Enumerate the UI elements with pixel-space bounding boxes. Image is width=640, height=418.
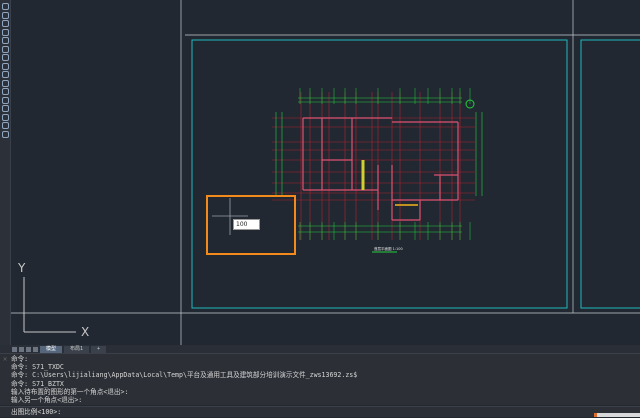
paper-boundary <box>11 0 640 345</box>
command-history-line: 输入待布置的图形的第一个角点<退出>: <box>11 387 129 396</box>
command-history-line: 命令: <box>11 355 29 363</box>
drawing-frame-2 <box>580 39 640 309</box>
spline-icon[interactable] <box>2 62 9 70</box>
draw-toolbar <box>0 0 11 345</box>
tab-model[interactable]: 模型 <box>40 345 63 353</box>
make-block-icon[interactable] <box>2 88 9 95</box>
status-indicator <box>594 413 640 417</box>
dynamic-input-field[interactable]: 100 <box>233 219 260 230</box>
last-tab-button[interactable] <box>33 346 38 352</box>
donut-icon[interactable] <box>2 71 9 78</box>
circle-icon[interactable] <box>2 20 9 27</box>
command-history: ✕ 命令: 命令: S71_TXDC 命令: C:\Users\lijialiang… <box>0 353 640 405</box>
command-history-line: 命令: C:\Users\lijialiang\AppData\Local\Te… <box>11 371 358 380</box>
ucs-x-label: X <box>81 325 89 339</box>
ucs-icon <box>23 277 76 333</box>
table-icon[interactable] <box>2 130 9 138</box>
line-icon[interactable] <box>2 3 9 10</box>
rectangle-icon[interactable] <box>2 28 9 36</box>
drawing-title: 首层平面图 1:100 <box>374 246 403 251</box>
close-icon[interactable]: ✕ <box>3 355 7 363</box>
prev-tab-button[interactable] <box>19 346 24 352</box>
polyline-icon[interactable] <box>2 11 9 19</box>
add-layout-button[interactable]: + <box>91 345 107 353</box>
command-history-line: 命令: S71_BZTX <box>11 379 64 388</box>
drawing-viewport[interactable]: Y X 首层平面图 1:100 <box>11 0 640 345</box>
gradient-icon[interactable] <box>2 113 9 121</box>
arc-icon[interactable] <box>2 37 9 44</box>
first-tab-button[interactable] <box>12 346 17 352</box>
layout-tab-bar: 模型 布局1 + <box>0 345 640 353</box>
tab-layout1[interactable]: 布局1 <box>64 345 90 353</box>
hatch-icon[interactable] <box>2 105 9 112</box>
ucs-y-label: Y <box>17 261 26 275</box>
insert-block-icon[interactable] <box>2 79 9 87</box>
floor-plan <box>272 88 483 240</box>
ellipse-icon[interactable] <box>2 45 9 53</box>
next-tab-button[interactable] <box>26 346 31 352</box>
region-icon[interactable] <box>2 122 9 129</box>
drawing-frame-1 <box>191 39 568 309</box>
command-history-line: 输入另一个角点<退出>: <box>11 396 83 405</box>
point-icon[interactable] <box>2 96 9 104</box>
revcloud-icon[interactable] <box>2 54 9 61</box>
command-prompt[interactable]: 出图比例<100>: <box>0 406 640 417</box>
